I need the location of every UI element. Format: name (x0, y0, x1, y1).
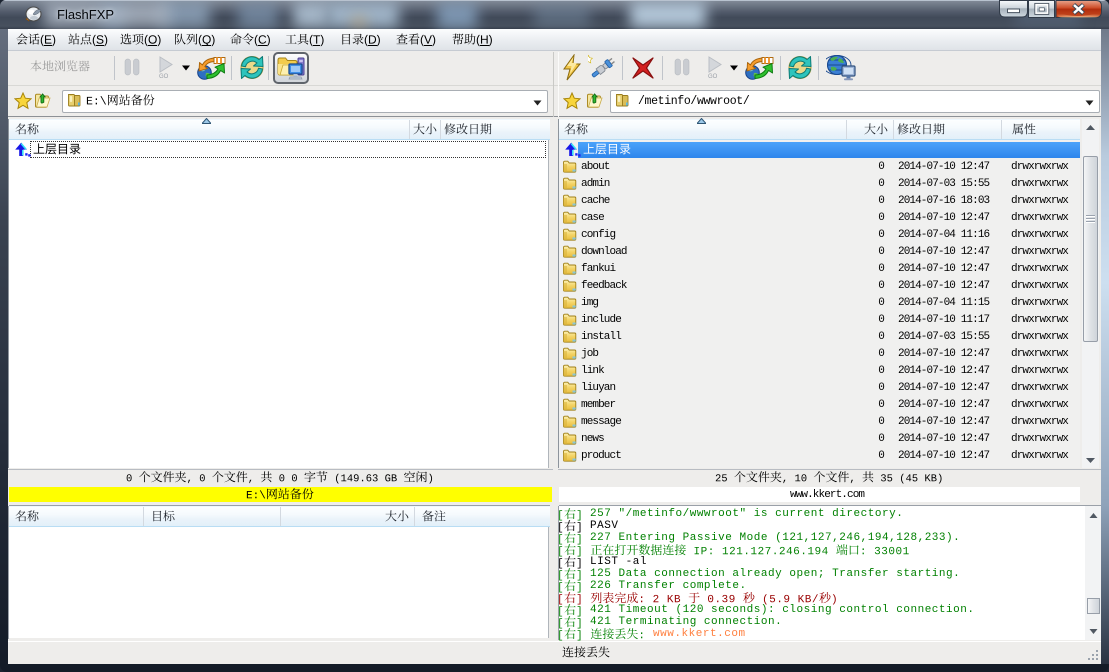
svg-text:GO: GO (159, 74, 169, 80)
svg-text:GO: GO (708, 74, 718, 80)
